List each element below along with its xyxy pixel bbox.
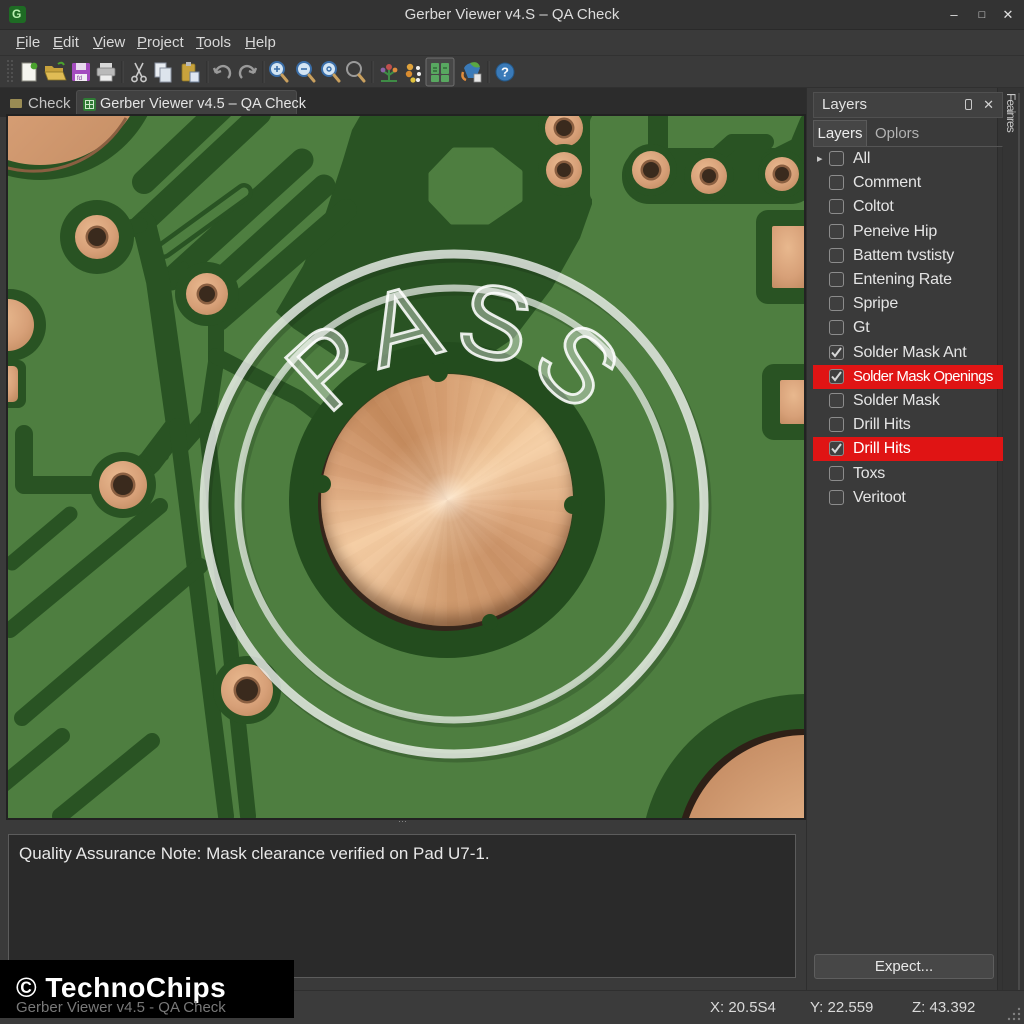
svg-text:?: ? xyxy=(501,65,509,80)
svg-text:fd: fd xyxy=(77,76,82,82)
